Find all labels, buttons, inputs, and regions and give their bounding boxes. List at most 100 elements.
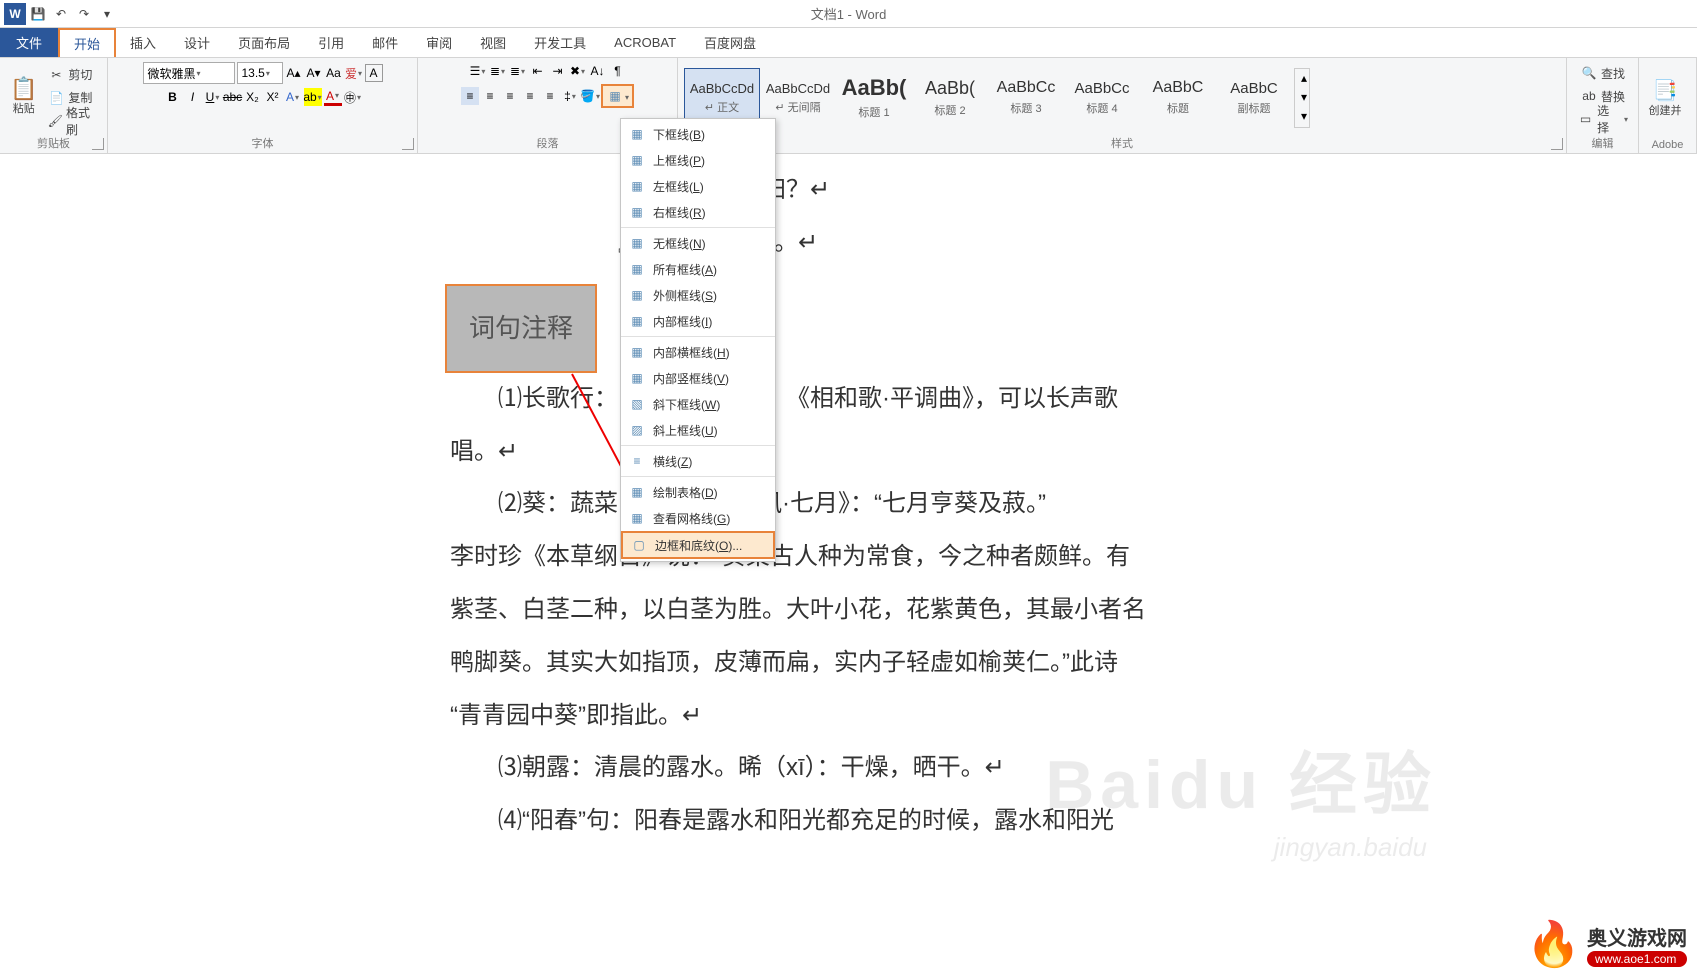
doc-line-11: ⑷“阳春”句：阳春是露水和阳光都充足的时候，露水和阳光 xyxy=(450,795,1220,848)
multilevel-icon[interactable]: ≣ xyxy=(509,62,527,80)
border-menu-l[interactable]: ▦左框线(L) xyxy=(621,173,775,199)
sort-icon[interactable]: A↓ xyxy=(589,62,607,80)
justify-icon[interactable]: ≡ xyxy=(521,87,539,105)
qat-more-icon[interactable]: ▾ xyxy=(96,3,118,25)
tab-design[interactable]: 设计 xyxy=(170,28,224,57)
pdf-icon: 📑 xyxy=(1656,82,1674,100)
borders-button[interactable]: ▦ xyxy=(601,84,634,108)
font-name-select[interactable]: 微软雅黑 xyxy=(143,62,235,84)
tab-baidu[interactable]: 百度网盘 xyxy=(690,28,770,57)
subscript-icon[interactable]: X₂ xyxy=(244,88,262,106)
font-size-select[interactable]: 13.5 xyxy=(237,62,283,84)
style-item-7[interactable]: AaBbC副标题 xyxy=(1216,68,1292,128)
redo-icon[interactable]: ↷ xyxy=(73,3,95,25)
style-item-2[interactable]: AaBb(标题 1 xyxy=(836,68,912,128)
style-item-6[interactable]: AaBbC标题 xyxy=(1140,68,1216,128)
tab-file[interactable]: 文件 xyxy=(0,28,58,57)
tab-insert[interactable]: 插入 xyxy=(116,28,170,57)
border-menu-s[interactable]: ▦外侧框线(S) xyxy=(621,282,775,308)
tab-acrobat[interactable]: ACROBAT xyxy=(600,28,690,57)
border-menu-w[interactable]: ▧斜下框线(W) xyxy=(621,391,775,417)
paste-button[interactable]: 📋 粘贴 xyxy=(6,80,41,116)
save-icon[interactable]: 💾 xyxy=(27,3,49,25)
window-title: 文档1 - Word xyxy=(811,4,887,23)
font-launcher-icon[interactable] xyxy=(402,138,414,150)
border-menu-i[interactable]: ▦内部框线(I) xyxy=(621,308,775,334)
asian-layout-icon[interactable]: ✖ xyxy=(569,62,587,80)
logo-text: 奥义游戏网 xyxy=(1587,922,1687,951)
border-item-label: 上框线(P) xyxy=(653,152,705,169)
clipboard-launcher-icon[interactable] xyxy=(92,138,104,150)
border-menu-u[interactable]: ▨斜上框线(U) xyxy=(621,417,775,443)
border-menu-h[interactable]: ▦内部横框线(H) xyxy=(621,339,775,365)
bullets-icon[interactable]: ☰ xyxy=(469,62,487,80)
distribute-icon[interactable]: ≡ xyxy=(541,87,559,105)
highlight-icon[interactable]: ab xyxy=(304,88,322,106)
align-center-icon[interactable]: ≡ xyxy=(481,87,499,105)
border-menu-d[interactable]: ▦绘制表格(D) xyxy=(621,479,775,505)
document-page[interactable]: ∃，何时复西归？↵ 』，老大徒伤悲。↵ 词句注释 ⑴长歌行：汉乐府旧题。属《相和… xyxy=(300,154,1380,974)
line-spacing-icon[interactable]: ‡ xyxy=(561,87,579,105)
shrink-font-icon[interactable]: A▾ xyxy=(305,64,323,82)
tab-developer[interactable]: 开发工具 xyxy=(520,28,600,57)
border-menu-a[interactable]: ▦所有框线(A) xyxy=(621,256,775,282)
phonetic-icon[interactable]: 爱 xyxy=(345,64,363,82)
clear-format-icon[interactable]: A xyxy=(365,64,383,82)
border-menu-p[interactable]: ▦上框线(P) xyxy=(621,147,775,173)
underline-icon[interactable]: U xyxy=(204,88,222,106)
style-item-4[interactable]: AaBbCc标题 3 xyxy=(988,68,1064,128)
style-item-3[interactable]: AaBb(标题 2 xyxy=(912,68,988,128)
align-right-icon[interactable]: ≡ xyxy=(501,87,519,105)
border-menu-z[interactable]: ≡横线(Z) xyxy=(621,448,775,474)
grow-font-icon[interactable]: A▴ xyxy=(285,64,303,82)
styles-more-icon[interactable]: ▾ xyxy=(1295,107,1313,125)
create-pdf-button[interactable]: 📑 创建并 xyxy=(1645,82,1685,118)
tab-mailings[interactable]: 邮件 xyxy=(358,28,412,57)
flame-icon: 🔥 xyxy=(1526,918,1581,970)
dec-indent-icon[interactable]: ⇤ xyxy=(529,62,547,80)
font-color-icon[interactable]: A xyxy=(324,88,342,106)
border-menu-o[interactable]: ▢边框和底纹(O)... xyxy=(621,531,775,559)
border-menu-g[interactable]: ▦查看网格线(G) xyxy=(621,505,775,531)
styles-down-icon[interactable]: ▾ xyxy=(1295,88,1313,106)
undo-icon[interactable]: ↶ xyxy=(50,3,72,25)
doc-line-6: 李时珍《本草纲目》说：“葵菜古人种为常食，今之种者颇鲜。有 xyxy=(450,531,1220,584)
styles-launcher-icon[interactable] xyxy=(1551,138,1563,150)
brush-icon: 🖌 xyxy=(47,112,63,130)
text-effects-icon[interactable]: A xyxy=(284,88,302,106)
align-left-icon[interactable]: ≡ xyxy=(461,87,479,105)
find-button[interactable]: 🔍查找 xyxy=(1576,62,1629,84)
show-marks-icon[interactable]: ¶ xyxy=(609,62,627,80)
border-menu-b[interactable]: ▦下框线(B) xyxy=(621,121,775,147)
tab-layout[interactable]: 页面布局 xyxy=(224,28,304,57)
italic-icon[interactable]: I xyxy=(184,88,202,106)
styles-up-icon[interactable]: ▴ xyxy=(1295,69,1313,87)
bold-icon[interactable]: B xyxy=(164,88,182,106)
shading-icon[interactable]: 🪣 xyxy=(581,87,599,105)
border-menu-n[interactable]: ▦无框线(N) xyxy=(621,230,775,256)
change-case-icon[interactable]: Aa xyxy=(325,64,343,82)
border-item-icon: ▦ xyxy=(629,261,645,277)
tab-home[interactable]: 开始 xyxy=(58,28,116,57)
inc-indent-icon[interactable]: ⇥ xyxy=(549,62,567,80)
border-item-icon: ▦ xyxy=(629,204,645,220)
superscript-icon[interactable]: X² xyxy=(264,88,282,106)
border-item-icon: ▦ xyxy=(629,178,645,194)
tab-view[interactable]: 视图 xyxy=(466,28,520,57)
border-item-label: 右框线(R) xyxy=(653,204,706,221)
border-item-icon: ▦ xyxy=(629,344,645,360)
strike-icon[interactable]: abc xyxy=(224,88,242,106)
selected-text[interactable]: 词句注释 xyxy=(445,284,597,373)
numbering-icon[interactable]: ≣ xyxy=(489,62,507,80)
cut-button[interactable]: ✂剪切 xyxy=(43,64,101,86)
enclose-icon[interactable]: ㊥ xyxy=(344,88,362,106)
border-menu-r[interactable]: ▦ 右框线(R) xyxy=(621,199,775,225)
border-menu-v[interactable]: ▦内部竖框线(V) xyxy=(621,365,775,391)
border-item-label: 绘制表格(D) xyxy=(653,484,718,501)
tab-references[interactable]: 引用 xyxy=(304,28,358,57)
border-item-label: 内部框线(I) xyxy=(653,313,712,330)
select-button[interactable]: ▭选择 xyxy=(1573,108,1632,130)
style-item-5[interactable]: AaBbCc标题 4 xyxy=(1064,68,1140,128)
format-painter-button[interactable]: 🖌格式刷 xyxy=(43,110,101,132)
tab-review[interactable]: 审阅 xyxy=(412,28,466,57)
